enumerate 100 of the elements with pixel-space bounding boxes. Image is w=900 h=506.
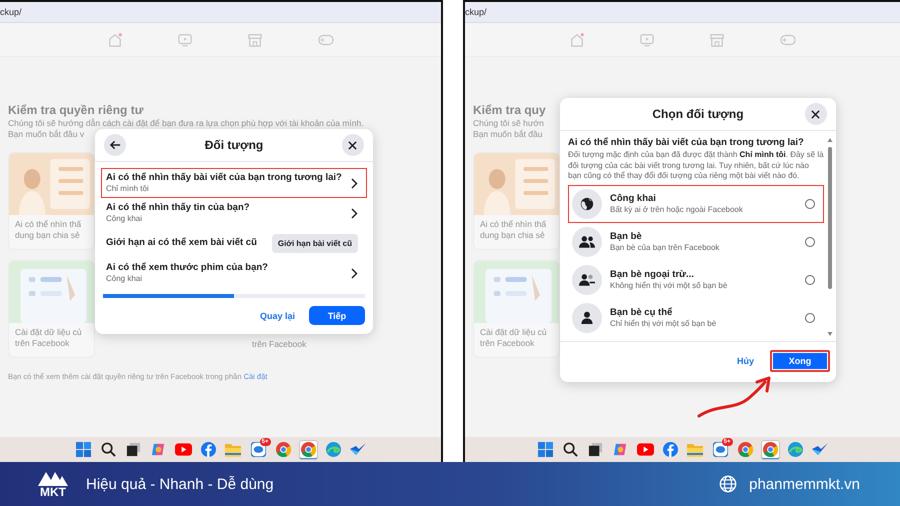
browser-icon [738, 442, 752, 457]
intro-text: Chúng tôi sẽ hướng dẫn cách cài đặt để bạn đưa ra lựa chọn phù hợp với tài khoản của mình. [8, 118, 364, 129]
chat-icon [250, 442, 266, 457]
card-text: dung bạn chia sẻ [480, 230, 546, 241]
browser-icon [276, 442, 290, 457]
arrow-left-icon [110, 140, 120, 150]
person-icon [581, 311, 593, 324]
tagline-text: Hiệu quả - Nhanh - Dễ dùng [86, 476, 274, 492]
cancel-link[interactable]: Hủy [736, 356, 754, 366]
folder-icon [225, 442, 241, 456]
option-description: Bất kỳ ai ở trên hoặc ngoài Facebook [610, 204, 744, 214]
card-text: Cài đặt dữ liệu củ [480, 327, 548, 338]
intro-text: Chúng tôi sẽ hướn [473, 118, 544, 129]
option-description: Bạn bè của bạn trên Facebook [610, 242, 720, 252]
chevron-right-icon [351, 208, 358, 218]
card-text: Ai có thể nhìn thấ [15, 219, 82, 230]
scrollbar[interactable] [827, 137, 833, 337]
next-button[interactable]: Tiếp [309, 306, 365, 325]
browser-icon [300, 442, 316, 457]
app-icon [812, 442, 828, 456]
taskbar-button[interactable] [560, 440, 580, 460]
grid-icon [538, 442, 552, 457]
folder-icon [687, 442, 703, 456]
app-icon [200, 442, 216, 457]
play-icon [174, 443, 192, 456]
mountain-logo-icon [38, 470, 68, 486]
back-link[interactable]: Quay lại [260, 310, 295, 320]
intro-text: Bạn muốn bắt đầu [473, 129, 542, 140]
people-icon [579, 235, 595, 248]
close-icon [811, 110, 820, 118]
setting-title: Ai có thể nhìn thấy bài viết của bạn trong tương lai? [106, 172, 343, 184]
setting-value: Công khai [106, 214, 144, 224]
radio-button[interactable] [805, 198, 815, 208]
dialog-title: Đối tượng [204, 138, 264, 152]
option-title: Bạn bè ngoại trừ... [610, 268, 695, 280]
option-title: Công khai [610, 192, 657, 204]
privacy-card[interactable]: Ai có thể nhìn thấ dung bạn chia sẻ [8, 152, 95, 250]
logo-text: MKT [40, 486, 66, 498]
setting-title: Ai có thể nhìn thấy tin của bạn? [106, 202, 251, 214]
app-icon [350, 442, 366, 456]
card-text: dung bạn chia sẻ [15, 230, 81, 241]
window-icon [126, 442, 140, 457]
setting-row[interactable]: Ai có thể xem thước phim của bạn? Công khai [101, 258, 367, 288]
radio-button[interactable] [805, 274, 815, 284]
grid-icon [76, 442, 90, 457]
search-icon [562, 442, 578, 457]
setting-row[interactable]: Ai có thể nhìn thấy bài viết của bạn trong tương lai? Chỉ mình tôi [101, 168, 367, 198]
globe-icon [719, 475, 738, 493]
card-text: Cài đặt dữ liệu củ [15, 327, 83, 338]
option-title: Bạn bè cụ thể [610, 306, 674, 318]
app-icon [662, 442, 678, 457]
privacy-card[interactable]: Ai có thể nhìn thấ dung bạn chia sẻ [473, 152, 560, 250]
card-text: Ai có thể nhìn thấ [480, 219, 548, 230]
chevron-right-icon [351, 268, 358, 278]
done-button[interactable]: Xong [770, 350, 830, 372]
radio-button[interactable] [805, 312, 815, 322]
audience-option[interactable]: Bạn bè Bạn bè của bạn trên Facebook [568, 222, 824, 260]
option-title: Bạn bè [610, 230, 643, 242]
card-text: trên Facebook [480, 338, 536, 349]
close-button[interactable] [804, 103, 827, 125]
page-heading: Kiểm tra quyền riêng tư [8, 103, 144, 118]
address-text: ckup/ [0, 7, 22, 17]
play-icon [636, 443, 654, 456]
people-icon [579, 273, 595, 286]
chat-icon [712, 442, 728, 457]
setting-title: Ai có thể xem thước phim của bạn? [106, 262, 269, 274]
description-text: Đối tượng mặc định của bạn đã được đặt thành Chỉ mình tôi. Đây sẽ là đối tượng của các bài viết trong tương lai. Tuy nhiên, bất cứ lúc nào bạn cũng có thể thay đổi đối tượng của riêng một bài viết nào đó. [568, 150, 824, 182]
address-text: ckup/ [465, 7, 487, 17]
close-icon [348, 140, 358, 150]
card-text: trên Facebook [252, 339, 306, 350]
card-text: trên Facebook [15, 338, 70, 349]
window-icon [588, 442, 602, 457]
question-text: Ai có thể nhìn thấy bài viết của bạn trong tương lai? [568, 137, 805, 149]
audience-option[interactable]: Bạn bè ngoại trừ... Không hiển thị với một số bạn bè [568, 260, 824, 298]
option-description: Không hiển thị với một số bạn bè [610, 280, 728, 290]
app-icon [150, 442, 166, 457]
option-description: Chỉ hiển thị với một số bạn bè [610, 318, 718, 328]
search-icon [100, 442, 116, 457]
close-button[interactable] [342, 134, 364, 156]
privacy-card[interactable]: Cài đặt dữ liệu củ trên Facebook [473, 260, 560, 358]
setting-value: Công khai [106, 274, 144, 284]
website-text: phanmemmkt.vn [749, 476, 860, 492]
setting-row[interactable]: Ai có thể nhìn thấy tin của bạn? Công khai [101, 198, 367, 228]
back-button[interactable] [104, 134, 126, 156]
radio-button[interactable] [805, 236, 815, 246]
dialog-title: Chọn đối tượng [652, 107, 744, 121]
setting-value: Chỉ mình tôi [106, 184, 150, 194]
globe-icon [580, 196, 594, 210]
app-icon [612, 442, 628, 457]
limit-button[interactable]: Giới hạn bài viết cũ [272, 234, 358, 252]
browser-icon [326, 442, 340, 457]
setting-title: Giới hạn ai có thể xem bài viết cũ [106, 237, 257, 249]
browser-icon [762, 442, 778, 457]
browser-icon [788, 442, 802, 457]
intro-text: Bạn muốn bắt đầu v [8, 129, 84, 140]
page-heading: Kiểm tra quy [473, 103, 546, 118]
audience-option[interactable]: Công khai Bất kỳ ai ở trên hoặc ngoài Facebook [568, 184, 824, 222]
audience-option[interactable]: Bạn bè cụ thể Chỉ hiển thị với một số bạn bè [568, 298, 824, 336]
taskbar-button[interactable] [98, 440, 118, 460]
privacy-card[interactable]: Cài đặt dữ liệu củ trên Facebook [8, 260, 95, 358]
